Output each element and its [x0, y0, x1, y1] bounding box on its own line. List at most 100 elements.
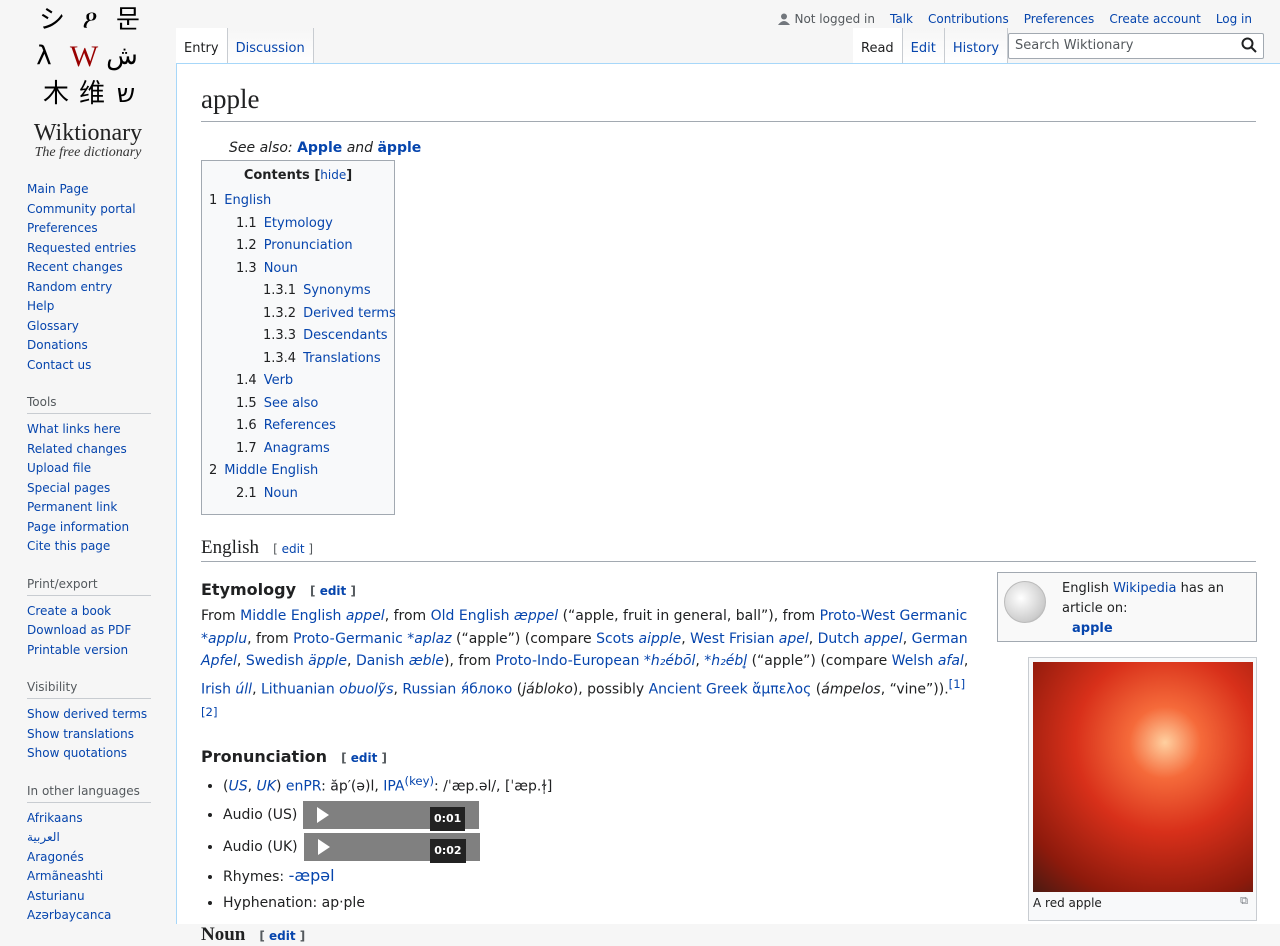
toc-item[interactable]: 1.3.3 Descendants [209, 325, 388, 348]
toc-item[interactable]: 1.1 Etymology [209, 213, 387, 236]
language-link[interactable]: Armãneashti [27, 869, 103, 883]
term-link[interactable]: Danish [356, 653, 404, 669]
sidebar-item[interactable]: Random entry [27, 280, 112, 294]
tab-entry[interactable]: Entry [176, 28, 228, 64]
term-link[interactable]: æble [409, 653, 444, 669]
toc-item[interactable]: 1.6 References [209, 415, 387, 438]
language-link[interactable]: العربية [27, 830, 60, 844]
talk-link[interactable]: Talk [890, 12, 913, 26]
term-link[interactable]: Ancient Greek [649, 681, 748, 697]
term-link[interactable]: *h₂ébl̥ [704, 653, 747, 669]
language-link[interactable]: Azərbaycanca [27, 908, 111, 922]
toc-item[interactable]: 1.3.1 Synonyms [209, 280, 387, 303]
edit-link[interactable]: edit [351, 751, 378, 765]
edit-link[interactable]: edit [269, 929, 296, 943]
language-link[interactable]: Afrikaans [27, 811, 83, 825]
toc-item[interactable]: 1.5 See also [209, 393, 387, 416]
wikipedia-link[interactable]: Wikipedia [1113, 581, 1176, 596]
term-link[interactable]: UK [257, 778, 276, 794]
wikipedia-article-link[interactable]: apple [1072, 621, 1113, 636]
term-link[interactable]: Scots [596, 631, 634, 647]
sidebar-item[interactable]: Upload file [27, 461, 91, 475]
audio-player-uk[interactable]: 0:02 [303, 833, 480, 864]
toc-item[interactable]: 1.3.4 Translations [209, 348, 387, 371]
term-link[interactable]: obuolỹs [339, 681, 393, 697]
term-link[interactable]: æppel [514, 608, 558, 624]
tab-read[interactable]: Read [853, 28, 903, 64]
tab-history[interactable]: History [944, 28, 1009, 64]
sidebar-item[interactable]: Show translations [27, 727, 134, 741]
sidebar-item[interactable]: What links here [27, 422, 121, 436]
sidebar-item[interactable]: Page information [27, 520, 129, 534]
sidebar-item[interactable]: Show derived terms [27, 707, 147, 721]
toc-item[interactable]: 2.1 Noun [209, 483, 387, 506]
term-link[interactable]: appel [346, 608, 385, 624]
term-link[interactable]: *applu [201, 631, 247, 647]
term-link[interactable]: German [912, 631, 968, 647]
wiktionary-logo[interactable]: シዖ문 λWش 木维ש Wiktionary The free dictionary [0, 0, 176, 170]
preferences-link[interactable]: Preferences [1024, 12, 1095, 26]
term-link[interactable]: [2] [201, 705, 218, 719]
sidebar-item[interactable]: Create a book [27, 604, 111, 618]
audio-player-us[interactable]: 0:01 [303, 801, 480, 832]
sidebar-item[interactable]: Download as PDF [27, 623, 131, 637]
toc-item[interactable]: 1.7 Anagrams [209, 438, 387, 461]
term-link[interactable]: úll [235, 681, 252, 697]
toc-hide-link[interactable]: hide [320, 168, 346, 182]
term-link[interactable]: Lithuanian [261, 681, 335, 697]
sidebar-item[interactable]: Glossary [27, 319, 79, 333]
sidebar-item[interactable]: Special pages [27, 481, 110, 495]
language-link[interactable]: Aragonés [27, 850, 84, 864]
term-link[interactable]: enPR [286, 778, 321, 794]
sidebar-item[interactable]: Recent changes [27, 260, 123, 274]
term-link[interactable]: äpple [308, 653, 347, 669]
contributions-link[interactable]: Contributions [928, 12, 1009, 26]
sidebar-item[interactable]: Contact us [27, 358, 91, 372]
term-link[interactable]: (key) [405, 774, 435, 788]
see-also-link[interactable]: äpple [377, 140, 421, 156]
sidebar-item[interactable]: Show quotations [27, 746, 127, 760]
apple-photo[interactable] [1033, 662, 1253, 892]
term-link[interactable]: Welsh [892, 653, 934, 669]
term-link[interactable]: [1] [949, 677, 966, 691]
term-link[interactable]: Russian [402, 681, 456, 697]
term-link[interactable]: Proto-West Germanic [820, 608, 968, 624]
toc-item[interactable]: 2 Middle English [209, 460, 387, 483]
create-account-link[interactable]: Create account [1109, 12, 1201, 26]
toc-item[interactable]: 1.4 Verb [209, 370, 387, 393]
term-link[interactable]: apel [779, 631, 809, 647]
sidebar-item[interactable]: Permanent link [27, 500, 117, 514]
sidebar-item[interactable]: Preferences [27, 221, 98, 235]
sidebar-item[interactable]: Donations [27, 338, 88, 352]
term-link[interactable]: *aplaz [407, 631, 451, 647]
term-link[interactable]: afal [938, 653, 964, 669]
term-link[interactable]: *h₂ébōl [644, 653, 695, 669]
apple-image[interactable]: A red apple ⧉ [1028, 657, 1257, 921]
edit-link[interactable]: edit [320, 584, 347, 598]
term-link[interactable]: ἄμπελος [752, 681, 811, 697]
toc-item[interactable]: 1 English [209, 190, 387, 213]
term-link[interactable]: US [228, 778, 247, 794]
term-link[interactable]: Apfel [201, 653, 237, 669]
term-link[interactable]: West Frisian [690, 631, 774, 647]
sidebar-item[interactable]: Related changes [27, 442, 127, 456]
sidebar-item[interactable]: Requested entries [27, 241, 136, 255]
language-link[interactable]: Asturianu [27, 889, 85, 903]
search-icon[interactable] [1241, 37, 1257, 53]
toc-item[interactable]: 1.3.2 Derived terms [209, 303, 396, 326]
toc-item[interactable]: 1.3 Noun [209, 258, 387, 281]
term-link[interactable]: я́блоко [461, 681, 513, 697]
toc-item[interactable]: 1.2 Pronunciation [209, 235, 387, 258]
term-link[interactable]: Irish [201, 681, 231, 697]
term-link[interactable]: Proto-Indo-European [495, 653, 639, 669]
term-link[interactable]: Swedish [246, 653, 304, 669]
term-link[interactable]: IPA [383, 778, 404, 794]
term-link[interactable]: Proto-Germanic [293, 631, 403, 647]
sidebar-item[interactable]: Community portal [27, 202, 136, 216]
term-link[interactable]: Middle English [240, 608, 341, 624]
sidebar-item[interactable]: Cite this page [27, 539, 110, 553]
sidebar-item[interactable]: Help [27, 299, 54, 313]
enlarge-icon[interactable]: ⧉ [1240, 894, 1248, 908]
see-also-link[interactable]: Apple [297, 140, 342, 156]
sidebar-item[interactable]: Printable version [27, 643, 128, 657]
